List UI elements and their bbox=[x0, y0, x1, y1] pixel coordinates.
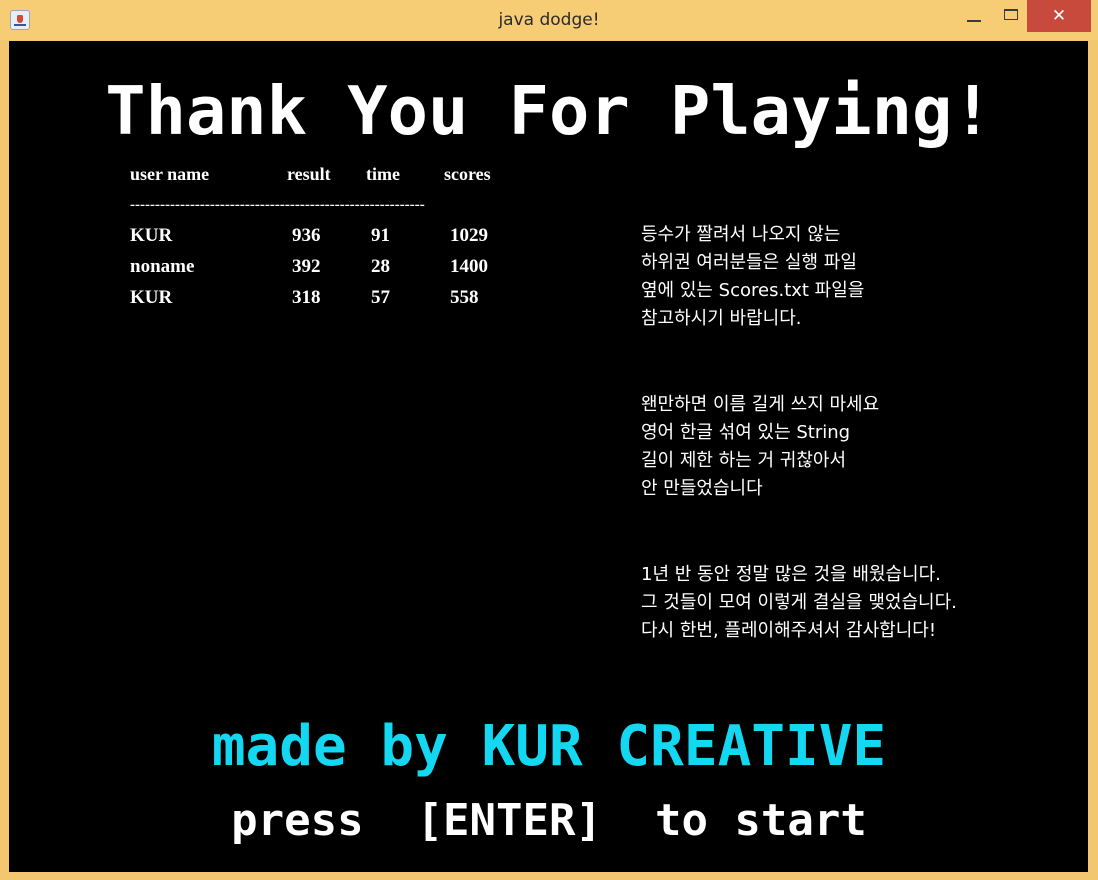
game-canvas[interactable]: Thank You For Playing! user name result … bbox=[9, 41, 1088, 872]
note-thanks: 1년 반 동안 정말 많은 것을 배웠습니다. 그 것들이 모여 이렇게 결실을… bbox=[641, 561, 957, 645]
close-icon: ✕ bbox=[1051, 6, 1067, 26]
note-line: 길이 제한 하는 거 귀찮아서 bbox=[641, 450, 847, 471]
note-line: 참고하시기 바랍니다. bbox=[641, 308, 802, 329]
note-scores-file: 등수가 짤려서 나오지 않는 하위권 여러분들은 실행 파일 옆에 있는 Sco… bbox=[641, 221, 864, 333]
score-table: user name result time scores -----------… bbox=[130, 159, 550, 313]
row-time: 57 bbox=[371, 287, 390, 308]
app-window: java dodge! ✕ Thank You For Playing! use… bbox=[0, 0, 1098, 880]
row-time: 91 bbox=[371, 225, 390, 246]
score-table-header: user name result time scores bbox=[130, 159, 550, 190]
note-line: 왠만하면 이름 길게 쓰지 마세요 bbox=[641, 394, 880, 415]
note-line: 옆에 있는 Scores.txt 파일을 bbox=[641, 280, 865, 301]
thank-you-heading: Thank You For Playing! bbox=[105, 72, 993, 150]
row-result: 936 bbox=[292, 225, 321, 246]
window-title: java dodge! bbox=[498, 10, 600, 30]
note-name-length: 왠만하면 이름 길게 쓰지 마세요 영어 한글 섞여 있는 String 길이 … bbox=[641, 391, 879, 503]
row-user-name: noname bbox=[130, 256, 195, 277]
header-scores: scores bbox=[444, 164, 491, 184]
maximize-button[interactable] bbox=[992, 0, 1030, 32]
note-line: 하위권 여러분들은 실행 파일 bbox=[641, 252, 857, 273]
row-time: 28 bbox=[371, 256, 390, 277]
row-result: 318 bbox=[292, 287, 321, 308]
row-scores: 558 bbox=[450, 287, 479, 308]
table-row: noname 392 28 1400 bbox=[130, 251, 550, 282]
minimize-button[interactable] bbox=[955, 0, 993, 32]
row-user-name: KUR bbox=[130, 225, 173, 246]
row-result: 392 bbox=[292, 256, 321, 277]
close-button[interactable]: ✕ bbox=[1027, 0, 1091, 32]
note-line: 영어 한글 섞여 있는 String bbox=[641, 422, 851, 443]
header-user-name: user name bbox=[130, 164, 210, 184]
table-divider: ----------------------------------------… bbox=[130, 197, 425, 213]
table-row: KUR 318 57 558 bbox=[130, 282, 550, 313]
row-user-name: KUR bbox=[130, 287, 173, 308]
row-scores: 1400 bbox=[450, 256, 488, 277]
note-line: 다시 한번, 플레이해주셔서 감사합니다! bbox=[641, 620, 937, 641]
note-line: 등수가 짤려서 나오지 않는 bbox=[641, 224, 841, 245]
note-line: 안 만들었습니다 bbox=[641, 478, 763, 499]
title-bar[interactable]: java dodge! ✕ bbox=[0, 0, 1098, 40]
credit-text: made by KUR CREATIVE bbox=[211, 714, 887, 779]
table-row: KUR 936 91 1029 bbox=[130, 220, 550, 251]
press-enter-prompt: press [ENTER] to start bbox=[231, 795, 867, 846]
row-scores: 1029 bbox=[450, 225, 488, 246]
header-result: result bbox=[287, 164, 331, 184]
header-time: time bbox=[366, 164, 400, 184]
note-line: 1년 반 동안 정말 많은 것을 배웠습니다. bbox=[641, 564, 941, 585]
note-line: 그 것들이 모여 이렇게 결실을 맺었습니다. bbox=[641, 592, 957, 613]
